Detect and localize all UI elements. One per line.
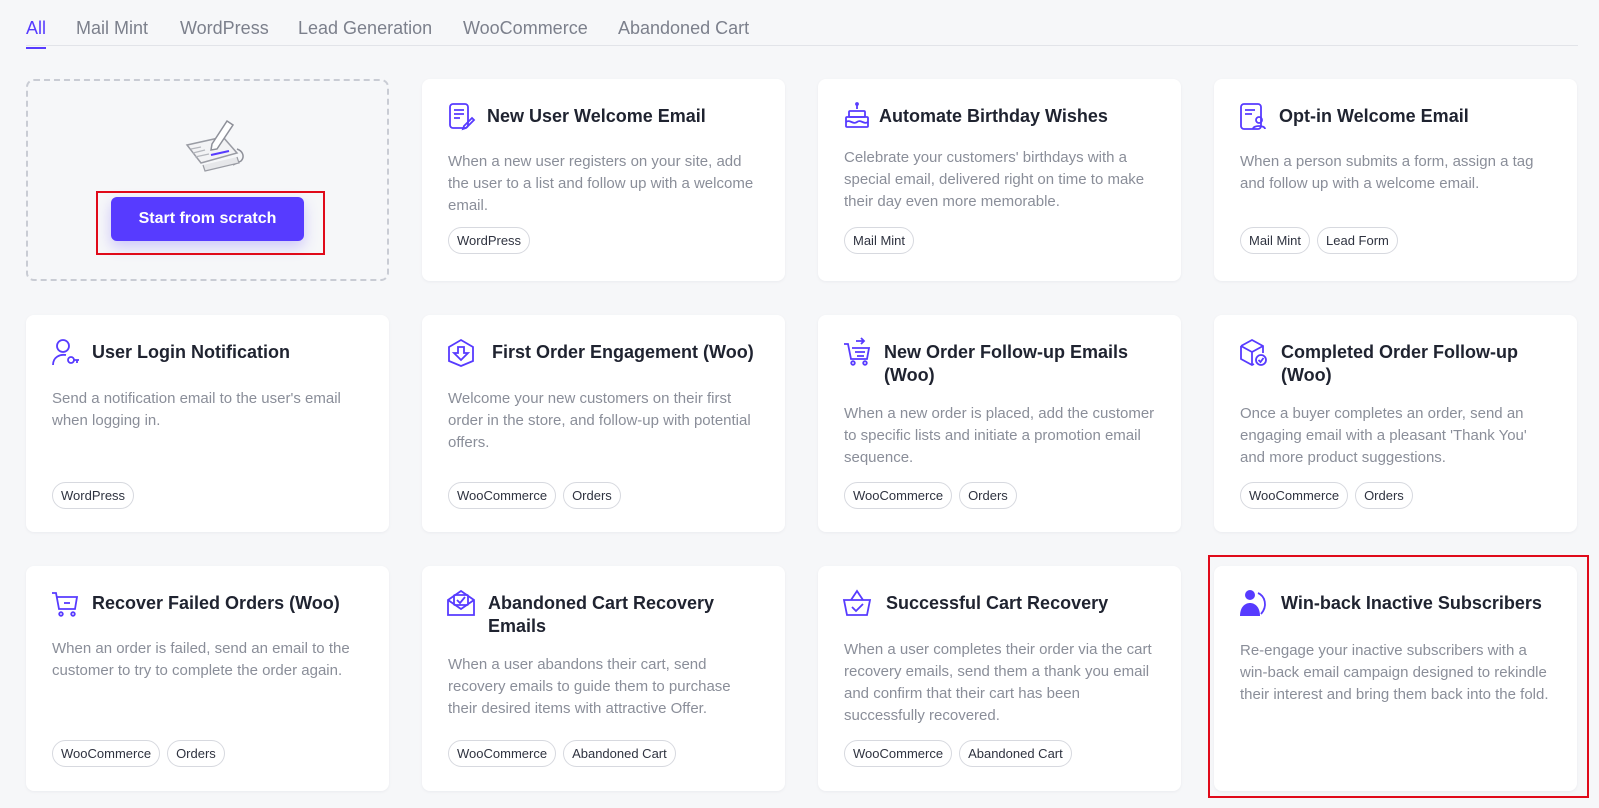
card-title: Opt-in Welcome Email (1279, 106, 1469, 126)
tag: Orders (563, 482, 621, 509)
card-description: When a new order is placed, add the cust… (844, 405, 1155, 466)
card-tags: WordPress (448, 227, 531, 254)
tag: WooCommerce (448, 482, 557, 509)
template-card[interactable]: New User Welcome Email When a new user r… (422, 79, 785, 281)
template-card[interactable]: Completed Order Follow-up (Woo) Once a b… (1214, 315, 1577, 532)
card-tags: WooCommerce Orders (52, 740, 225, 767)
card-tags: Mail Mint Lead Form (1240, 227, 1398, 254)
card-title: Win-back Inactive Subscribers (1281, 593, 1542, 613)
tag: WooCommerce (448, 740, 557, 767)
card-description: When a new user registers on your site, … (448, 153, 754, 214)
tag: WooCommerce (844, 482, 953, 509)
tab-all[interactable]: All (26, 18, 47, 49)
template-card[interactable]: Abandoned Cart Recovery Emails When a us… (422, 566, 785, 791)
tab-lead-generation[interactable]: Lead Generation (298, 18, 432, 48)
category-tabs: All Mail Mint WordPress Lead Generation … (26, 0, 1578, 49)
tag: Mail Mint (1240, 227, 1311, 254)
card-description: Celebrate your customers' birthdays with… (844, 149, 1145, 210)
mail-check-icon (447, 589, 475, 616)
card-title: New Order Follow-up Emails (Woo) (884, 342, 1129, 385)
box-download-icon (448, 338, 474, 367)
template-card[interactable]: Recover Failed Orders (Woo) When an orde… (26, 566, 389, 791)
card-title: User Login Notification (92, 342, 290, 362)
template-card[interactable]: New Order Follow-up Emails (Woo) When a … (818, 315, 1181, 532)
cart-arrow-icon (844, 337, 871, 366)
template-card[interactable]: Automate Birthday Wishes Celebrate your … (818, 79, 1181, 281)
tab-wordpress[interactable]: WordPress (180, 18, 269, 48)
card-title: Recover Failed Orders (Woo) (92, 593, 340, 613)
card-tags: WooCommerce Orders (844, 482, 1017, 509)
start-from-scratch-button[interactable]: Start from scratch (111, 197, 304, 241)
card-description: Re-engage your inactive subscribers with… (1240, 642, 1549, 703)
card-tags: Mail Mint (844, 227, 915, 254)
basket-check-icon (842, 589, 872, 616)
tag: Abandoned Cart (563, 740, 676, 767)
card-title: New User Welcome Email (487, 106, 706, 126)
tag: Mail Mint (844, 227, 915, 254)
template-card[interactable]: User Login Notification Send a notificat… (26, 315, 389, 532)
tag: WooCommerce (844, 740, 953, 767)
card-tags: WooCommerce Orders (448, 482, 621, 509)
card-tags: WooCommerce Orders (1240, 482, 1413, 509)
template-card[interactable]: Win-back Inactive Subscribers Re-engage … (1214, 566, 1577, 791)
template-card[interactable]: First Order Engagement (Woo) Welcome you… (422, 315, 785, 532)
card-description: Send a notification email to the user's … (52, 390, 341, 429)
box-check-icon (1240, 338, 1267, 367)
tag: Orders (1355, 482, 1413, 509)
document-edit-icon (449, 103, 476, 131)
tab-abandoned-cart[interactable]: Abandoned Cart (618, 18, 749, 48)
card-description: When a user completes their order via th… (844, 641, 1152, 724)
scratch-illustration-icon (185, 119, 244, 172)
birthday-cake-icon (845, 102, 869, 128)
template-card[interactable]: Opt-in Welcome Email When a person submi… (1214, 79, 1577, 281)
card-description: Once a buyer completes an order, send an… (1240, 405, 1527, 466)
card-tags: WooCommerce Abandoned Cart (844, 740, 1072, 767)
tab-woocommerce[interactable]: WooCommerce (463, 18, 588, 48)
card-tags: WooCommerce Abandoned Cart (448, 740, 676, 767)
tag: WooCommerce (1240, 482, 1349, 509)
tag: WordPress (52, 482, 135, 509)
card-title: Successful Cart Recovery (886, 593, 1109, 613)
tag: Abandoned Cart (959, 740, 1072, 767)
user-key-icon (52, 339, 79, 366)
card-description: Welcome your new customers on their firs… (448, 390, 751, 451)
tag: WordPress (448, 227, 531, 254)
cart-minus-icon (52, 592, 79, 617)
card-description: When a person submits a form, assign a t… (1240, 153, 1534, 192)
card-title: First Order Engagement (Woo) (492, 342, 754, 362)
user-return-icon (1240, 590, 1266, 616)
card-description: When a user abandons their cart, send re… (448, 656, 731, 717)
tag: Orders (959, 482, 1017, 509)
card-description: When an order is failed, send an email t… (52, 640, 350, 679)
form-user-icon (1240, 103, 1266, 130)
tag: Orders (167, 740, 225, 767)
start-from-scratch-card: Start from scratch (26, 79, 389, 281)
template-card[interactable]: Successful Cart Recovery When a user com… (818, 566, 1181, 791)
tag: WooCommerce (52, 740, 161, 767)
tag: Lead Form (1317, 227, 1398, 254)
tab-mail-mint[interactable]: Mail Mint (76, 18, 148, 48)
card-title: Abandoned Cart Recovery Emails (488, 593, 715, 636)
card-tags: WordPress (52, 482, 135, 509)
card-title: Automate Birthday Wishes (879, 106, 1108, 126)
card-title: Completed Order Follow-up (Woo) (1281, 342, 1518, 385)
